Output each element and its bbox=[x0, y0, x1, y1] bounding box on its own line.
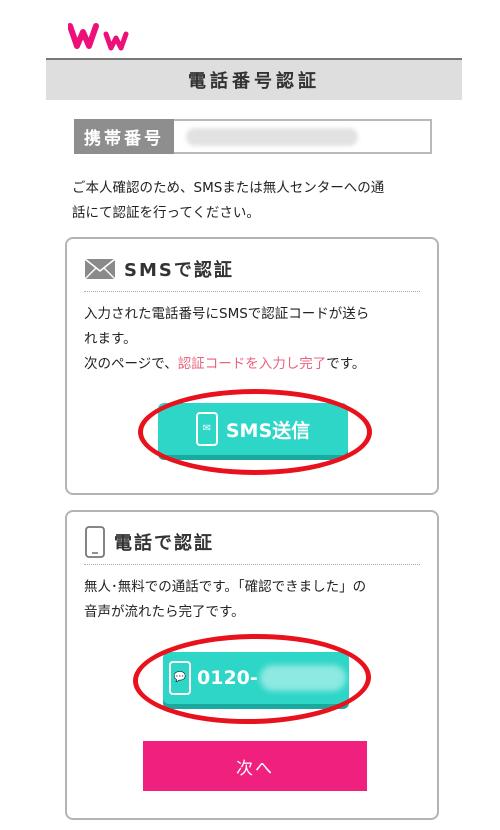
phone-number-row: 携帯番号 bbox=[74, 119, 432, 154]
envelope-icon bbox=[84, 258, 116, 280]
call-number-button[interactable]: 💬 0120- bbox=[163, 652, 349, 704]
sms-desc-highlight: 認証コードを入力し完了 bbox=[177, 356, 327, 372]
phone-label: 携帯番号 bbox=[74, 119, 174, 154]
call-number-label: 0120- bbox=[197, 667, 258, 689]
phone-message-icon: ✉ bbox=[195, 412, 218, 446]
phone-auth-card: 電話で認証 無人･無料での通話です。「確認できました」の 音声が流れたら完了です… bbox=[65, 510, 439, 820]
smartphone-icon bbox=[85, 526, 105, 558]
phone-desc-line-1: 無人･無料での通話です。「確認できました」の bbox=[84, 579, 367, 595]
masked-phone-number bbox=[186, 128, 358, 146]
phone-card-description: 無人･無料での通話です。「確認できました」の 音声が流れたら完了です。 bbox=[84, 575, 425, 625]
sms-desc-line-3: 次のページで、認証コードを入力し完了です。 bbox=[84, 352, 425, 377]
next-button[interactable]: 次へ bbox=[143, 741, 367, 791]
intro-text: ご本人確認のため、SMSまたは無人センターへの通 話にて認証を行ってください。 bbox=[72, 176, 442, 226]
sms-send-button[interactable]: ✉ SMS送信 bbox=[158, 403, 348, 455]
sms-card-header: SMSで認証 bbox=[84, 247, 420, 292]
sms-card-title: SMSで認証 bbox=[124, 260, 234, 281]
phone-card-header: 電話で認証 bbox=[84, 520, 420, 565]
sms-desc-suffix: です。 bbox=[326, 356, 366, 372]
logo bbox=[68, 23, 129, 51]
sms-desc-line-1: 入力された電話番号にSMSで認証コードが送ら bbox=[84, 306, 370, 322]
phone-number-field[interactable] bbox=[174, 119, 432, 154]
sms-send-label: SMS送信 bbox=[225, 419, 311, 442]
masked-call-number bbox=[259, 665, 346, 691]
phone-card-title: 電話で認証 bbox=[114, 533, 214, 554]
page-title: 電話番号認証 bbox=[46, 58, 462, 100]
phone-chat-icon: 💬 bbox=[169, 661, 191, 695]
sms-auth-card: SMSで認証 入力された電話番号にSMSで認証コードが送ら れます。 次のページ… bbox=[65, 237, 439, 495]
sms-card-description: 入力された電話番号にSMSで認証コードが送ら れます。 次のページで、認証コード… bbox=[84, 302, 425, 377]
phone-desc-line-2: 音声が流れたら完了です。 bbox=[84, 604, 245, 620]
sms-desc-prefix: 次のページで、 bbox=[84, 356, 178, 372]
sms-desc-line-2: れます。 bbox=[84, 331, 137, 347]
intro-line-1: ご本人確認のため、SMSまたは無人センターへの通 bbox=[72, 180, 385, 196]
intro-line-2: 話にて認証を行ってください。 bbox=[72, 205, 260, 221]
